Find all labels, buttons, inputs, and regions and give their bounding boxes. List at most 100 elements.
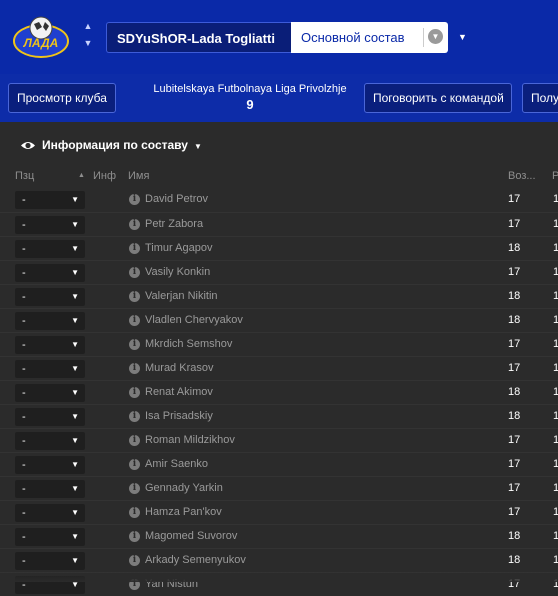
player-name[interactable]: Amir Saenko — [145, 458, 208, 470]
table-row[interactable]: - ▼ i David Petrov 17 1 — [0, 188, 558, 212]
position-select[interactable]: - ▼ — [15, 384, 85, 402]
info-icon[interactable]: i — [129, 219, 140, 230]
info-icon[interactable]: i — [129, 387, 140, 398]
team-talk-button[interactable]: Поговорить с командой — [364, 83, 512, 113]
position-select[interactable]: - ▼ — [15, 336, 85, 354]
position-select[interactable]: - ▼ — [15, 552, 85, 570]
table-row[interactable]: - ▼ i Arkady Semenyukov 18 1 — [0, 548, 558, 572]
table-row[interactable]: - ▼ i Amir Saenko 17 1 — [0, 452, 558, 476]
info-icon[interactable]: i — [129, 531, 140, 542]
player-name[interactable]: Roman Mildzikhov — [145, 434, 235, 446]
player-name[interactable]: Arkady Semenyukov — [145, 554, 246, 566]
position-select[interactable]: - ▼ — [15, 240, 85, 258]
player-name[interactable]: Renat Akimov — [145, 386, 213, 398]
column-header-position[interactable]: Пзц — [15, 170, 34, 182]
scroll-fade — [0, 572, 558, 582]
info-icon[interactable]: i — [129, 507, 140, 518]
table-row[interactable]: - ▼ i Vladlen Chervyakov 18 1 — [0, 308, 558, 332]
squad-info-dropdown[interactable]: Информация по составу ▼ — [20, 138, 202, 152]
table-row[interactable]: - ▼ i Murad Krasov 17 1 — [0, 356, 558, 380]
player-name[interactable]: Gennady Yarkin — [145, 482, 223, 494]
player-age: 18 — [508, 530, 521, 542]
truncated-toolbar-button[interactable]: Полу — [522, 83, 558, 113]
previous-club-arrow-icon[interactable]: ▲ — [80, 18, 96, 35]
more-menu-caret-icon[interactable]: ▼ — [458, 32, 467, 42]
position-select[interactable]: - ▼ — [15, 480, 85, 498]
league-info[interactable]: Lubitelskaya Futbolnaya Liga Privolzhje … — [130, 82, 370, 113]
position-select[interactable]: - ▼ — [15, 216, 85, 234]
player-age: 17 — [508, 218, 521, 230]
player-name[interactable]: Timur Agapov — [145, 242, 212, 254]
info-icon[interactable]: i — [129, 339, 140, 350]
truncated-cell: 1 — [553, 242, 558, 254]
info-icon[interactable]: i — [129, 315, 140, 326]
position-select[interactable]: - ▼ — [15, 528, 85, 546]
player-age: 17 — [508, 266, 521, 278]
table-row[interactable]: - ▼ i Magomed Suvorov 18 1 — [0, 524, 558, 548]
player-name[interactable]: Murad Krasov — [145, 362, 213, 374]
dropdown-arrow-icon: ▼ — [71, 292, 79, 301]
league-name: Lubitelskaya Futbolnaya Liga Privolzhje — [153, 83, 347, 95]
position-select[interactable]: - ▼ — [15, 264, 85, 282]
info-icon[interactable]: i — [129, 555, 140, 566]
position-select[interactable]: - ▼ — [15, 504, 85, 522]
position-select[interactable]: - ▼ — [15, 408, 85, 426]
column-header-info[interactable]: Инф — [93, 170, 116, 182]
chevron-down-icon[interactable]: ▼ — [428, 29, 443, 44]
position-select[interactable]: - ▼ — [15, 312, 85, 330]
position-select[interactable]: - ▼ — [15, 360, 85, 378]
position-value: - — [22, 243, 26, 255]
player-name[interactable]: Mkrdich Semshov — [145, 338, 232, 350]
info-icon[interactable]: i — [129, 194, 140, 205]
info-icon[interactable]: i — [129, 363, 140, 374]
position-select[interactable]: - ▼ — [15, 288, 85, 306]
table-row[interactable]: - ▼ i Renat Akimov 18 1 — [0, 380, 558, 404]
info-icon[interactable]: i — [129, 483, 140, 494]
table-row[interactable]: - ▼ i Timur Agapov 18 1 — [0, 236, 558, 260]
info-icon[interactable]: i — [129, 267, 140, 278]
squad-select[interactable]: Основной состав ▼ — [291, 22, 448, 53]
position-value: - — [22, 339, 26, 351]
dropdown-arrow-icon: ▼ — [71, 268, 79, 277]
column-header-name[interactable]: Имя — [128, 170, 149, 182]
dropdown-arrow-icon: ▼ — [71, 388, 79, 397]
table-row[interactable]: - ▼ i Valerjan Nikitin 18 1 — [0, 284, 558, 308]
player-name[interactable]: Petr Zabora — [145, 218, 203, 230]
table-row[interactable]: - ▼ i Gennady Yarkin 17 1 — [0, 476, 558, 500]
player-name[interactable]: Valerjan Nikitin — [145, 290, 218, 302]
info-icon[interactable]: i — [129, 411, 140, 422]
position-value: - — [22, 194, 26, 206]
player-name[interactable]: David Petrov — [145, 193, 208, 205]
player-name[interactable]: Vladlen Chervyakov — [145, 314, 243, 326]
table-row[interactable]: - ▼ i Vasily Konkin 17 1 — [0, 260, 558, 284]
table-row[interactable]: - ▼ i Hamza Pan'kov 17 1 — [0, 500, 558, 524]
position-select[interactable]: - ▼ — [15, 432, 85, 450]
player-name[interactable]: Isa Prisadskiy — [145, 410, 213, 422]
player-name[interactable]: Magomed Suvorov — [145, 530, 237, 542]
info-icon[interactable]: i — [129, 435, 140, 446]
position-value: - — [22, 267, 26, 279]
club-logo[interactable]: ЛАДА — [12, 14, 70, 60]
position-select[interactable]: - ▼ — [15, 191, 85, 209]
table-row[interactable]: - ▼ i Isa Prisadskiy 18 1 — [0, 404, 558, 428]
position-value: - — [22, 483, 26, 495]
player-name[interactable]: Hamza Pan'kov — [145, 506, 222, 518]
truncated-cell: 1 — [553, 266, 558, 278]
truncated-cell: 1 — [553, 338, 558, 350]
club-name[interactable]: SDYuShOR-Lada Togliatti — [106, 22, 291, 53]
sort-ascending-icon[interactable]: ▲ — [78, 172, 85, 179]
dropdown-arrow-icon: ▼ — [71, 532, 79, 541]
column-header-truncated[interactable]: Р — [552, 170, 558, 182]
table-row[interactable]: - ▼ i Roman Mildzikhov 17 1 — [0, 428, 558, 452]
next-club-arrow-icon[interactable]: ▼ — [80, 35, 96, 52]
view-club-button[interactable]: Просмотр клуба — [8, 83, 116, 113]
info-icon[interactable]: i — [129, 459, 140, 470]
table-row[interactable]: - ▼ i Petr Zabora 17 1 — [0, 212, 558, 236]
player-name[interactable]: Vasily Konkin — [145, 266, 210, 278]
info-icon[interactable]: i — [129, 243, 140, 254]
table-row[interactable]: - ▼ i Mkrdich Semshov 17 1 — [0, 332, 558, 356]
column-header-age[interactable]: Воз... — [508, 170, 536, 182]
info-icon[interactable]: i — [129, 291, 140, 302]
position-value: - — [22, 315, 26, 327]
position-select[interactable]: - ▼ — [15, 456, 85, 474]
